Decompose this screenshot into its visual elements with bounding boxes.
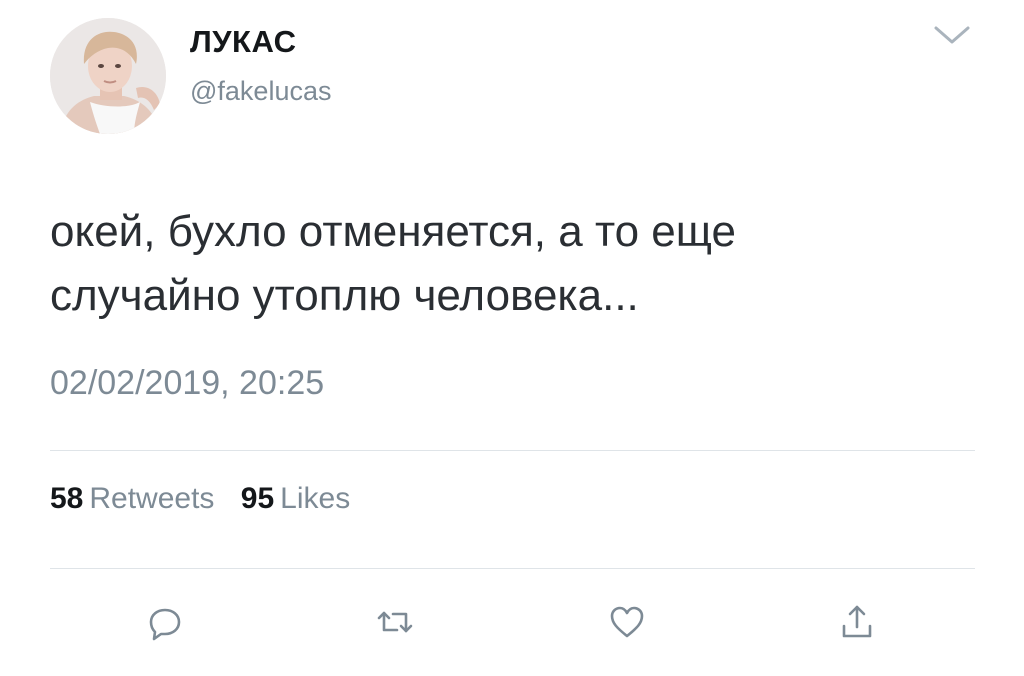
- author-name[interactable]: ЛУКАС: [190, 24, 296, 60]
- reply-icon: [149, 608, 181, 641]
- retweet-button[interactable]: [373, 600, 417, 644]
- retweets-label: Retweets: [89, 482, 215, 515]
- reply-button[interactable]: [143, 600, 187, 644]
- avatar[interactable]: [50, 18, 166, 134]
- share-icon: [842, 605, 872, 638]
- divider: [50, 568, 975, 569]
- tweet-card: ЛУКАС @fakelucas окей, бухло отменяется,…: [0, 0, 1024, 676]
- likes-count: 95: [240, 482, 275, 515]
- likes-stat[interactable]: 95 Likes: [241, 482, 350, 515]
- retweet-icon: [377, 611, 413, 633]
- tweet-stats: 58 Retweets 95 Likes: [50, 482, 350, 516]
- tweet-text-line: случайно утоплю человека...: [50, 271, 639, 320]
- likes-label: Likes: [280, 482, 351, 515]
- author-handle[interactable]: @fakelucas: [190, 76, 331, 107]
- chevron-down-icon[interactable]: [930, 20, 974, 50]
- tweet-text-line: окей, бухло отменяется, а то еще: [50, 207, 736, 256]
- share-button[interactable]: [835, 600, 879, 644]
- divider: [50, 450, 975, 451]
- retweets-count: 58: [50, 482, 84, 515]
- tweet-timestamp[interactable]: 02/02/2019, 20:25: [50, 364, 324, 403]
- tweet-text: окей, бухло отменяется, а то еще случайн…: [50, 200, 950, 328]
- retweets-stat[interactable]: 58 Retweets: [50, 482, 223, 515]
- avatar-image: [50, 18, 166, 134]
- like-button[interactable]: [605, 600, 649, 644]
- heart-icon: [610, 606, 644, 638]
